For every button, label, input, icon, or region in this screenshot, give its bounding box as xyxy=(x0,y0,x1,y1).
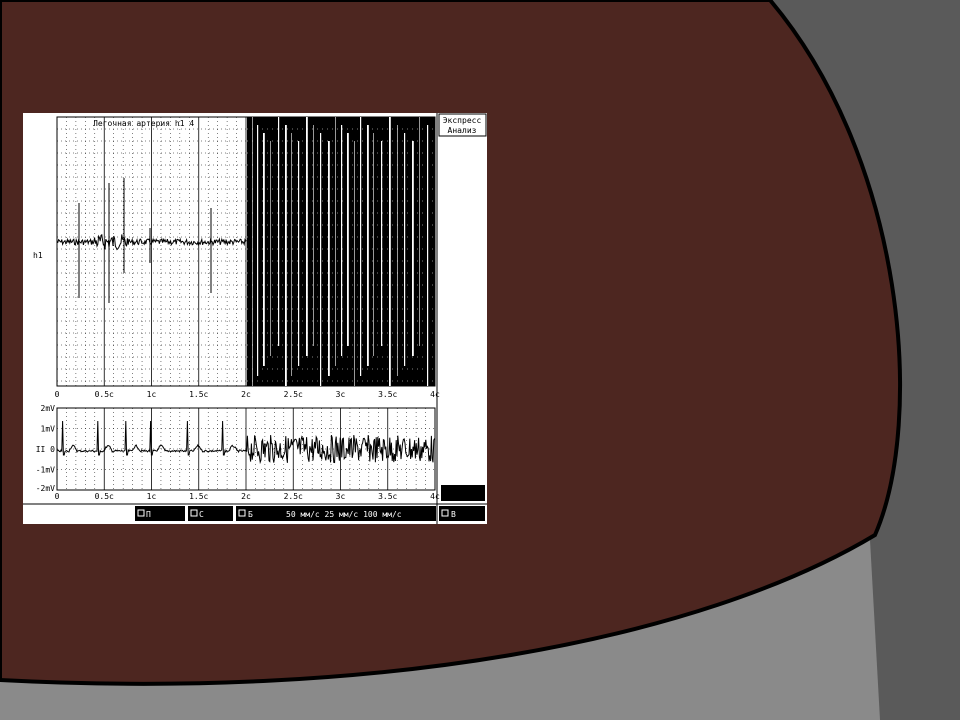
top-white-bar xyxy=(252,117,253,386)
top-white-bar xyxy=(263,133,265,366)
side-panel-title-line1: Экспресс xyxy=(443,116,482,125)
top-white-bar xyxy=(328,141,330,376)
x-tick-label: 2с xyxy=(241,390,251,399)
top-white-bar xyxy=(291,133,292,376)
status-p-label: П xyxy=(146,510,151,519)
status-speeds: 50 мм/с 25 мм/с 100 мм/с xyxy=(286,510,402,519)
y-tick-label: II 0 xyxy=(36,445,55,454)
x-tick-label: 0.5с xyxy=(95,492,114,501)
top-chart-title: Легочная артерия h1 4 xyxy=(93,119,194,128)
top-white-bar xyxy=(427,125,429,386)
x-tick-label: 4с xyxy=(430,390,440,399)
status-p-button[interactable] xyxy=(135,506,185,521)
y-tick-label: 2mV xyxy=(41,404,56,413)
status-s-button[interactable] xyxy=(188,506,233,521)
x-tick-label: 0 xyxy=(55,390,60,399)
top-white-bar xyxy=(360,117,362,376)
top-x-axis-labels: 0 0.5с 1с 1.5с 2с 2.5с 3с 3.5с 4с xyxy=(55,390,440,399)
x-tick-label: 3с xyxy=(336,390,346,399)
top-white-bar xyxy=(278,117,280,346)
x-tick-label: 2.5с xyxy=(284,390,303,399)
bottom-y-axis-labels: 2mV 1mV II 0 -1mV -2mV xyxy=(36,404,55,493)
monitor-screen: Легочная артерия h1 4 h1 0 0.5с 1с 1.5с 2с 2.… xyxy=(23,113,487,524)
y-tick-label: -2mV xyxy=(36,484,55,493)
x-tick-label: 3.5с xyxy=(378,492,397,501)
top-white-bar xyxy=(306,117,308,356)
top-white-bar xyxy=(404,133,406,366)
top-white-bar xyxy=(381,141,383,346)
top-white-bar xyxy=(347,133,349,346)
x-tick-label: 2.5с xyxy=(284,492,303,501)
x-tick-label: 1.5с xyxy=(189,390,208,399)
top-white-bar xyxy=(373,133,374,356)
top-white-bar xyxy=(335,117,336,366)
x-tick-label: 0 xyxy=(55,492,60,501)
x-tick-label: 1с xyxy=(147,390,157,399)
side-panel-title-line2: Анализ xyxy=(448,126,477,135)
top-white-bar xyxy=(257,125,259,376)
x-tick-label: 4с xyxy=(430,492,440,501)
status-v-label: В xyxy=(451,510,456,519)
top-white-bar xyxy=(354,141,355,386)
x-tick-label: 3с xyxy=(336,492,346,501)
top-white-bar xyxy=(389,117,391,386)
top-white-bar xyxy=(285,125,287,386)
top-white-bar xyxy=(270,141,271,356)
top-white-bar xyxy=(313,125,314,346)
bottom-x-axis-labels: 0 0.5с 1с 1.5с 2с 2.5с 3с 3.5с 4с xyxy=(55,492,440,501)
status-v-button[interactable] xyxy=(439,506,485,521)
top-white-bar xyxy=(298,141,300,366)
y-tick-label: 1mV xyxy=(41,425,56,434)
x-tick-label: 0.5с xyxy=(95,390,114,399)
x-tick-label: 1с xyxy=(147,492,157,501)
y-tick-label: -1mV xyxy=(36,466,55,475)
top-white-bar xyxy=(367,125,369,366)
top-white-bar xyxy=(419,117,420,346)
status-b-label: Б xyxy=(248,510,253,519)
top-white-bar xyxy=(320,133,322,386)
x-tick-label: 2с xyxy=(241,492,251,501)
x-tick-label: 1.5с xyxy=(189,492,208,501)
channel-label-h1: h1 xyxy=(33,251,43,260)
x-tick-label: 3.5с xyxy=(378,390,397,399)
top-white-bar xyxy=(341,125,343,356)
status-s-label: С xyxy=(199,510,204,519)
top-white-bar xyxy=(412,141,414,356)
top-white-bar xyxy=(397,125,398,376)
side-panel-black-button[interactable] xyxy=(441,485,485,501)
